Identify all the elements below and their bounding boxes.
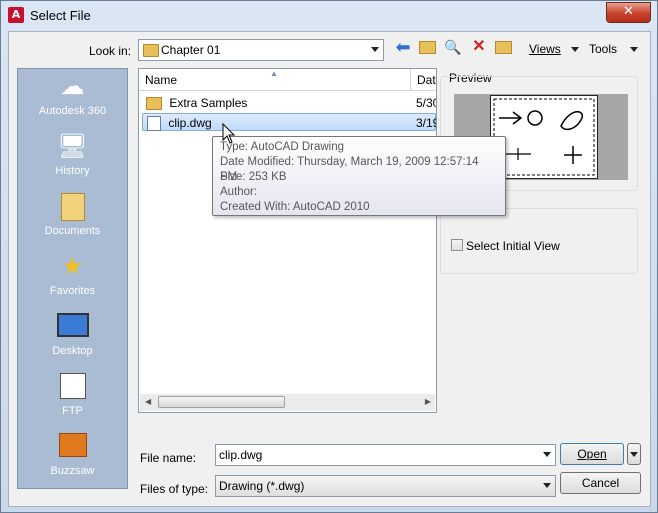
place-history[interactable]: 🖥 History xyxy=(18,133,127,177)
autocad-app-icon[interactable]: A xyxy=(8,7,24,23)
sort-up-icon: ▲ xyxy=(270,69,278,78)
chevron-down-icon xyxy=(543,452,551,457)
lookin-label: Look in: xyxy=(89,44,132,58)
place-desktop[interactable]: Desktop xyxy=(18,313,127,357)
place-label: Desktop xyxy=(52,345,93,357)
tooltip-date-modified: Date Modified: Thursday, March 19, 2009 … xyxy=(220,156,479,183)
file-date: 5/30 xyxy=(416,96,436,110)
cancel-button[interactable]: Cancel xyxy=(560,472,641,494)
file-info-tooltip: Type: AutoCAD Drawing Date Modified: Thu… xyxy=(212,136,506,216)
files-of-type-value: Drawing (*.dwg) xyxy=(219,479,305,493)
file-name-input[interactable]: clip.dwg xyxy=(215,444,556,466)
file-name: clip.dwg xyxy=(168,116,212,130)
tools-menu[interactable]: Tools xyxy=(589,42,617,56)
folder-icon xyxy=(146,97,162,111)
close-button[interactable]: ✕ xyxy=(606,2,651,23)
place-ftp[interactable]: FTP xyxy=(18,373,127,417)
views-menu[interactable]: Views xyxy=(529,42,561,56)
scroll-thumb[interactable] xyxy=(158,396,285,408)
tooltip-author: Author: xyxy=(220,186,258,198)
place-buzzsaw[interactable]: Buzzsaw xyxy=(18,433,127,477)
back-arrow-icon[interactable]: ⬅ xyxy=(393,38,413,56)
place-autodesk-360[interactable]: ☁ Autodesk 360 xyxy=(18,73,127,117)
window-title: Select File xyxy=(30,8,91,23)
files-of-type-label: Files of type: xyxy=(140,482,209,496)
folder-icon xyxy=(143,44,159,57)
file-name-value: clip.dwg xyxy=(219,448,263,462)
place-label: Buzzsaw xyxy=(50,465,95,477)
select-file-dialog: A Select File ✕ Look in: Chapter 01 ⬅ 🔍 … xyxy=(0,0,658,513)
list-item[interactable]: Extra Samples 5/30 xyxy=(142,94,436,112)
tooltip-type: Type: AutoCAD Drawing xyxy=(220,141,345,153)
cloud-icon: ☁ xyxy=(60,73,85,100)
file-name: Extra Samples xyxy=(169,96,248,110)
mouse-cursor-icon xyxy=(222,123,236,144)
scroll-right-icon[interactable]: ▶ xyxy=(425,397,431,406)
horizontal-scrollbar[interactable]: ◀ ▶ xyxy=(140,394,435,411)
place-label: Documents xyxy=(44,225,101,237)
open-button[interactable]: Open xyxy=(560,443,624,465)
dwg-file-icon xyxy=(147,116,161,132)
column-header-name-label: Name xyxy=(145,73,178,87)
tooltip-created-with: Created With: AutoCAD 2010 xyxy=(220,201,370,213)
delete-icon[interactable]: ✕ xyxy=(469,38,489,56)
select-initial-view-checkbox[interactable] xyxy=(451,239,463,251)
select-initial-view-label[interactable]: Select Initial View xyxy=(466,239,560,253)
places-sidebar: ☁ Autodesk 360 🖥 History Documents ★ Fav… xyxy=(17,68,128,489)
chevron-down-icon xyxy=(371,47,379,52)
place-favorites[interactable]: ★ Favorites xyxy=(18,253,127,297)
scroll-left-icon[interactable]: ◀ xyxy=(145,397,151,406)
place-label: FTP xyxy=(62,405,83,417)
chevron-down-icon xyxy=(630,452,638,457)
favorites-folder-icon: ★ xyxy=(61,253,84,280)
search-web-icon[interactable]: 🔍 xyxy=(443,38,463,56)
ftp-icon xyxy=(57,373,89,401)
lookin-dropdown[interactable]: Chapter 01 xyxy=(138,39,384,61)
list-item-selected[interactable]: clip.dwg 3/19 xyxy=(142,113,436,132)
drawing-thumbnail-icon xyxy=(493,98,595,176)
column-header-name[interactable]: Name ▲ xyxy=(139,69,411,91)
files-of-type-dropdown[interactable]: Drawing (*.dwg) xyxy=(215,475,556,497)
place-label: Autodesk 360 xyxy=(38,105,107,117)
new-folder-icon[interactable] xyxy=(493,38,513,56)
place-label: History xyxy=(55,165,90,177)
documents-folder-icon xyxy=(57,193,89,221)
views-dropdown-arrow-icon[interactable] xyxy=(571,47,579,52)
open-options-button[interactable] xyxy=(627,443,641,465)
history-icon: 🖥 xyxy=(57,133,88,160)
file-list[interactable]: Name ▲ Date Extra Samples 5/30 clip.dwg … xyxy=(138,68,437,413)
desktop-icon xyxy=(56,313,89,341)
file-date: 3/19 xyxy=(416,116,436,130)
up-folder-icon[interactable] xyxy=(417,38,437,56)
chevron-down-icon xyxy=(543,483,551,488)
dialog-body: Look in: Chapter 01 ⬅ 🔍 ✕ Views Tools ☁ … xyxy=(8,31,651,507)
place-documents[interactable]: Documents xyxy=(18,193,127,237)
buzzsaw-icon xyxy=(57,433,89,461)
place-label: Favorites xyxy=(49,285,96,297)
file-name-label: File name: xyxy=(140,451,197,465)
tooltip-size: Size: 253 KB xyxy=(220,171,287,183)
tools-dropdown-arrow-icon[interactable] xyxy=(630,47,638,52)
column-header-date[interactable]: Date xyxy=(411,69,436,91)
lookin-value: Chapter 01 xyxy=(161,43,221,57)
title-bar: A Select File ✕ xyxy=(1,1,657,31)
